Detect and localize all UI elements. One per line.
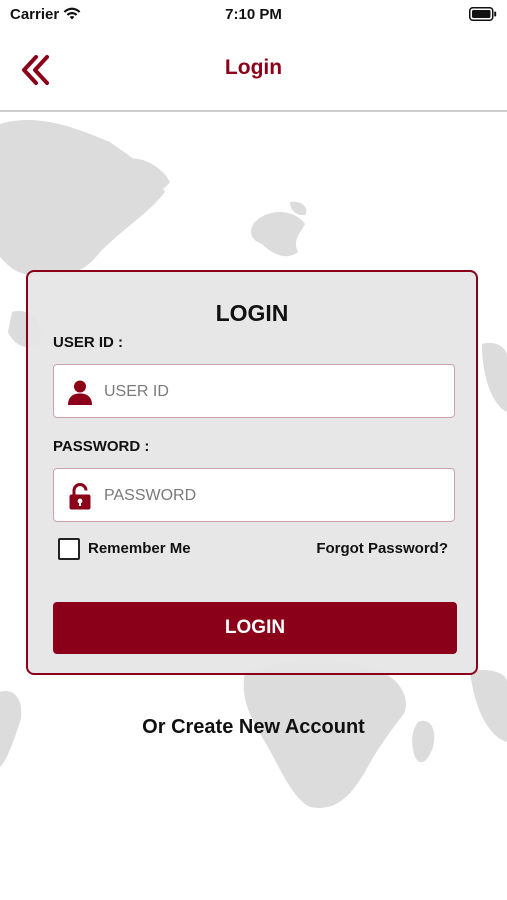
unlocked-padlock-icon xyxy=(69,483,91,510)
user-id-field[interactable] xyxy=(53,364,455,419)
login-card: LOGIN USER ID : PASSWORD : Remember Me F… xyxy=(26,270,478,675)
navigation-bar: Login xyxy=(0,30,507,112)
person-icon xyxy=(68,380,92,405)
password-label: PASSWORD : xyxy=(53,438,150,455)
user-id-input[interactable] xyxy=(102,365,451,419)
password-field[interactable] xyxy=(53,468,455,523)
clock: 7:10 PM xyxy=(225,6,282,23)
status-bar: Carrier 7:10 PM xyxy=(0,0,507,30)
login-heading: LOGIN xyxy=(215,300,289,326)
create-account-link[interactable]: Or Create New Account xyxy=(0,716,507,739)
login-button[interactable]: LOGIN xyxy=(53,602,457,654)
forgot-password-link[interactable]: Forgot Password? xyxy=(316,540,448,557)
password-input[interactable] xyxy=(102,469,451,523)
remember-me-label: Remember Me xyxy=(88,540,191,557)
page-title: Login xyxy=(224,56,283,79)
user-id-label: USER ID : xyxy=(53,334,124,351)
remember-me-checkbox[interactable] xyxy=(58,538,80,560)
battery-icon xyxy=(469,7,497,21)
